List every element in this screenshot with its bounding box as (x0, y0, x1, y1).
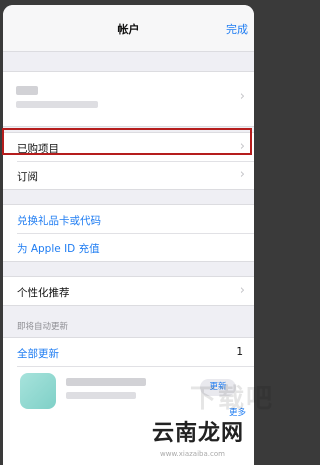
chevron-right-icon: › (239, 283, 245, 298)
watermark-url: www.xiazaiba.com (160, 450, 225, 458)
funds-group: 兑换礼品卡或代码 为 Apple ID 充值 (3, 204, 254, 262)
update-all-button[interactable]: 全部更新 (17, 346, 59, 361)
watermark-text: 云南龙网 (152, 421, 245, 446)
page-title: 帐户 (117, 23, 140, 36)
redeem-link: 兑换礼品卡或代码 (17, 215, 101, 227)
app-info-blurred (66, 392, 136, 399)
redeem-row[interactable]: 兑换礼品卡或代码 (3, 205, 254, 233)
subscriptions-label: 订阅 (17, 171, 38, 183)
chevron-right-icon: › (239, 167, 245, 182)
personalized-group: 个性化推荐 › (3, 276, 254, 306)
done-button[interactable]: 完成 (226, 21, 248, 37)
app-name-blurred (66, 378, 146, 386)
update-count: 1 (236, 346, 243, 358)
subscriptions-row[interactable]: 订阅 › (3, 161, 254, 189)
watermark-ghost-text: 下载吧 (190, 384, 275, 414)
update-all-row: 全部更新 1 (3, 338, 254, 366)
account-profile-group: › (3, 71, 254, 127)
add-funds-link: 为 Apple ID 充值 (17, 243, 100, 255)
chevron-right-icon: › (239, 89, 245, 104)
account-profile-row[interactable]: › (3, 72, 254, 126)
app-icon (20, 373, 56, 409)
account-email-blurred (16, 101, 98, 108)
add-funds-row[interactable]: 为 Apple ID 充值 (3, 233, 254, 261)
navigation-bar: 帐户 完成 (3, 5, 254, 52)
section-header-auto-updates: 即将自动更新 (17, 322, 69, 332)
highlight-box (2, 128, 252, 155)
personalized-label: 个性化推荐 (17, 287, 70, 299)
personalized-row[interactable]: 个性化推荐 › (3, 277, 254, 305)
account-name-blurred (16, 86, 38, 95)
